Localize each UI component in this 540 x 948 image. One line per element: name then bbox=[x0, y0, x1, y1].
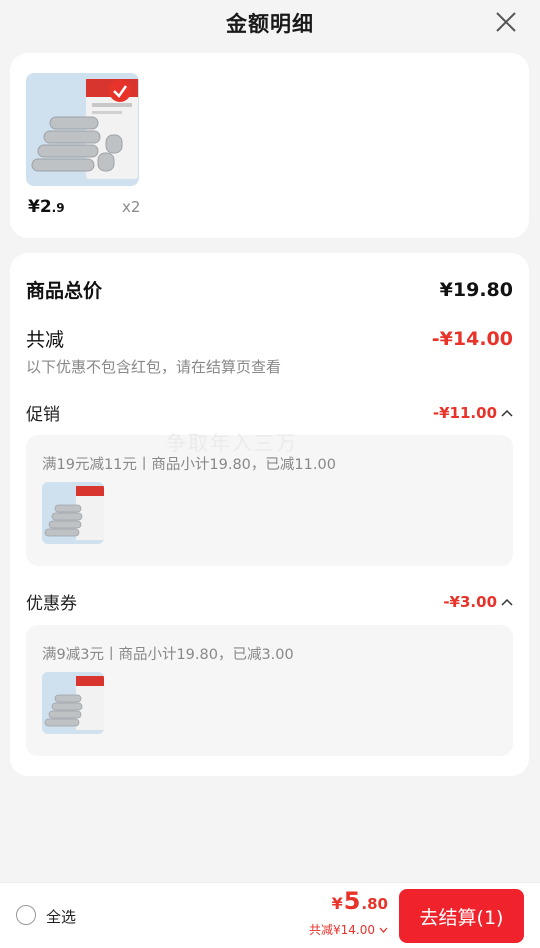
product-quantity: x2 bbox=[122, 198, 141, 216]
currency-symbol: ¥ bbox=[331, 894, 343, 913]
product-card: ¥2.9 x2 bbox=[10, 53, 529, 238]
bottom-bar: 全选 ¥ 5 .80 共减¥14.00 去结算(1) bbox=[0, 882, 540, 948]
total-row: 商品总价 ¥19.80 bbox=[26, 276, 513, 303]
select-all-label[interactable]: 全选 bbox=[46, 906, 76, 927]
chevron-up-icon[interactable] bbox=[501, 598, 513, 606]
coupon-row[interactable]: 优惠券 -¥3.00 bbox=[26, 589, 513, 614]
select-all-radio[interactable] bbox=[16, 905, 36, 925]
checkout-button[interactable]: 去结算(1) bbox=[399, 889, 524, 943]
total-value: ¥19.80 bbox=[439, 278, 513, 301]
product-price-dec: .9 bbox=[51, 201, 65, 215]
coupon-value-wrap[interactable]: -¥3.00 bbox=[443, 593, 513, 611]
promo-product-thumb bbox=[42, 482, 104, 544]
chevron-up-icon[interactable] bbox=[501, 409, 513, 417]
coupon-detail-box: 满9减3元丨商品小计19.80，已减3.00 bbox=[26, 625, 513, 756]
coupon-product-thumb bbox=[42, 672, 104, 734]
discount-note: 以下优惠不包含红包，请在结算页查看 bbox=[26, 358, 282, 376]
watermark: 争取年入三万 bbox=[166, 431, 298, 455]
saved-text: 共减¥14.00 bbox=[309, 923, 375, 937]
promo-value: -¥11.00 bbox=[432, 403, 497, 422]
promo-value-wrap[interactable]: -¥11.00 bbox=[433, 404, 513, 422]
summary-card: 商品总价 ¥19.80 共减 -¥14.00 以下优惠不包含红包，请在结算页查看… bbox=[10, 253, 529, 776]
coupon-desc: 满9减3元丨商品小计19.80，已减3.00 bbox=[42, 647, 294, 663]
total-price-dec: .80 bbox=[361, 895, 388, 913]
promo-row[interactable]: 促销 -¥11.00 bbox=[26, 400, 513, 425]
coupon-label: 优惠券 bbox=[26, 594, 77, 614]
promo-desc: 满19元减11元丨商品小计19.80，已减11.00 bbox=[42, 457, 336, 473]
promo-label: 促销 bbox=[26, 405, 60, 425]
total-label: 商品总价 bbox=[26, 280, 103, 302]
product-price: ¥2.9 bbox=[28, 197, 65, 217]
reduce-value: -¥14.00 bbox=[431, 327, 513, 350]
chevron-down-icon bbox=[379, 927, 388, 933]
page-title: 金额明细 bbox=[226, 12, 314, 36]
product-price-main: ¥2 bbox=[28, 197, 52, 217]
saved-amount[interactable]: 共减¥14.00 bbox=[309, 921, 388, 938]
reduce-row: 共减 -¥14.00 bbox=[26, 325, 513, 352]
total-price-int: 5 bbox=[343, 887, 361, 915]
coupon-value: -¥3.00 bbox=[443, 592, 497, 611]
product-image[interactable] bbox=[26, 73, 139, 186]
reduce-label: 共减 bbox=[26, 329, 65, 351]
header: 金额明细 bbox=[0, 0, 540, 46]
total-price: ¥ 5 .80 bbox=[332, 887, 388, 915]
close-icon[interactable] bbox=[492, 8, 520, 36]
